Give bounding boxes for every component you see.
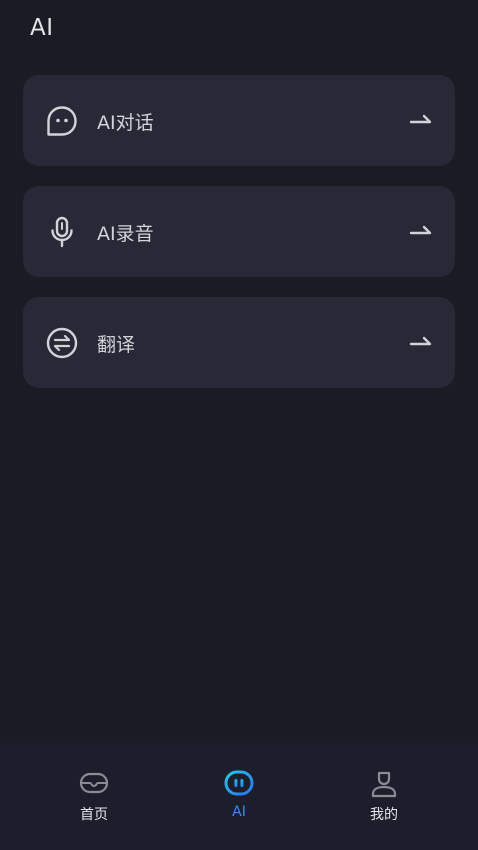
card-ai-recording[interactable]: AI录音 xyxy=(23,186,455,277)
chat-bubble-icon xyxy=(45,104,79,138)
robot-face-icon xyxy=(223,767,255,799)
card-label: AI录音 xyxy=(97,223,154,245)
translate-swap-icon xyxy=(45,326,79,360)
bottom-tab-bar: 首页 AI 我的 xyxy=(0,743,478,850)
page-title: AI xyxy=(30,15,54,41)
tab-mine[interactable]: 我的 xyxy=(334,767,434,831)
arrow-right-icon xyxy=(409,222,433,238)
tab-label: AI xyxy=(232,804,246,820)
feature-list: AI对话 AI录音 翻译 xyxy=(23,75,455,408)
card-label: 翻译 xyxy=(97,334,136,356)
card-ai-chat[interactable]: AI对话 xyxy=(23,75,455,166)
tab-ai[interactable]: AI xyxy=(189,767,289,831)
tab-home[interactable]: 首页 xyxy=(44,767,144,831)
profile-icon xyxy=(368,767,400,799)
card-translate[interactable]: 翻译 xyxy=(23,297,455,388)
arrow-right-icon xyxy=(409,333,433,349)
tab-label: 我的 xyxy=(370,807,398,823)
card-label: AI对话 xyxy=(97,112,154,134)
microphone-icon xyxy=(45,215,79,249)
home-icon xyxy=(78,767,110,799)
arrow-right-icon xyxy=(409,111,433,127)
tab-label: 首页 xyxy=(80,807,108,823)
